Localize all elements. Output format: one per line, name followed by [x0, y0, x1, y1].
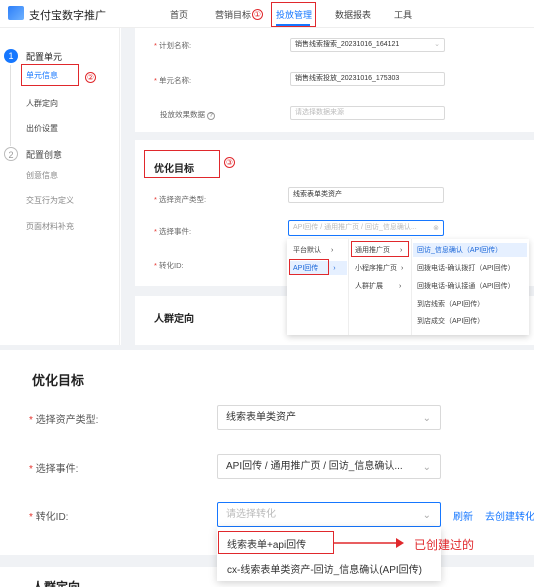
cascader-divider — [348, 239, 349, 335]
step-item-materials[interactable]: 页面材料补充 — [26, 221, 74, 232]
unit-name-label: 单元名称: — [159, 76, 192, 85]
bottom-opt-goal-title: 优化目标 — [32, 373, 85, 388]
clear-icon[interactable]: ⊗ — [433, 222, 439, 235]
bottom-event-select[interactable]: API回传 / 通用推广页 / 回访_信息确认... ⌄ — [217, 454, 441, 479]
chevron-right-icon: › — [399, 283, 402, 290]
conversion-option-cx-lead-form[interactable]: cx-线索表单类资产-回访_信息确认(API回传) — [227, 561, 422, 576]
effect-data-select[interactable]: 请选择数据来源 — [290, 106, 445, 120]
chevron-right-icon: › — [401, 265, 404, 272]
annotation-box-api — [289, 259, 329, 275]
cascader-option-callback-confirm[interactable]: 回访_信息确认（API回传） — [413, 243, 527, 257]
annotation-mark-3: ③ — [224, 157, 235, 168]
nav-marketing-goal[interactable]: 营销目标 — [215, 8, 251, 21]
step-item-crowd[interactable]: 人群定向 — [26, 98, 58, 109]
cascader-option-callback-dial[interactable]: 回拨电话-确认拨打（API回传） — [417, 263, 515, 273]
bottom-asset-label: 选择资产类型: — [35, 415, 99, 426]
nav-tools[interactable]: 工具 — [394, 8, 412, 21]
chevron-down-icon: ⌄ — [434, 41, 440, 48]
chevron-down-icon: ⌄ — [422, 462, 431, 473]
step-item-interaction[interactable]: 交互行为定义 — [26, 195, 74, 206]
step-item-creative[interactable]: 创意信息 — [26, 170, 58, 181]
annotation-box-opt-goal — [144, 150, 220, 178]
annotation-box-general-page — [351, 241, 409, 257]
step-connector — [10, 65, 11, 146]
cascader-option-crowd-expand[interactable]: 人群扩展 › — [355, 281, 401, 291]
annotation-created-note: 已创建过的 — [414, 538, 475, 552]
bottom-conv-label: 转化ID: — [35, 512, 69, 523]
top-asset-label: 选择资产类型: — [159, 195, 207, 204]
annotation-box-unit-info — [21, 64, 79, 86]
create-conversion-link[interactable]: 去创建转化 — [485, 508, 534, 523]
help-icon: ? — [207, 112, 216, 120]
nav-reports[interactable]: 数据报表 — [335, 8, 371, 21]
annotation-box-nav — [271, 2, 316, 27]
annotation-mark-1: ① — [252, 9, 263, 20]
chevron-right-icon: › — [331, 247, 334, 254]
top-event-select[interactable]: API回传 / 通用推广页 / 回访_信息确认... ⊗ — [288, 220, 444, 236]
top-screenshot: 支付宝数字推广 首页 营销目标 投放管理 数据报表 工具 ① 1 配置单元 单元… — [0, 0, 534, 345]
top-asset-select[interactable]: 线索表单类资产 — [288, 187, 444, 203]
top-navbar: 支付宝数字推广 首页 营销目标 投放管理 数据报表 工具 ① — [0, 0, 534, 28]
step-2-circle: 2 — [4, 147, 18, 161]
annotation-mark-2: ② — [85, 72, 96, 83]
left-step-nav: 1 配置单元 单元信息 ② 人群定向 出价设置 2 配置创意 创意信息 交互行为… — [0, 28, 120, 345]
top-conv-label: 转化ID: — [159, 261, 184, 270]
bottom-crowd-title: 人群定向 — [32, 580, 81, 587]
refresh-link[interactable]: 刷新 — [453, 508, 473, 523]
bottom-conv-select[interactable]: 请选择转化 ⌄ — [217, 502, 441, 527]
chevron-down-icon: ⌄ — [422, 510, 431, 521]
cascader-option-store-deal[interactable]: 到店成交（API回传） — [417, 316, 484, 326]
cascader-option-platform-default[interactable]: 平台默认 › — [293, 245, 333, 255]
chevron-down-icon: ⌄ — [422, 413, 431, 424]
chevron-right-icon: › — [333, 265, 336, 272]
top-crowd-title: 人群定向 — [154, 314, 194, 325]
nav-home[interactable]: 首页 — [170, 8, 188, 21]
cascader-divider — [411, 239, 412, 335]
step-item-bid[interactable]: 出价设置 — [26, 123, 58, 134]
plan-name-label: 计划名称: — [159, 41, 192, 50]
top-event-label: 选择事件: — [159, 227, 192, 236]
annotation-box-existing-option — [218, 531, 334, 554]
annotation-arrow-icon — [334, 538, 404, 548]
cascader-option-store-lead[interactable]: 到店线索（API回传） — [417, 299, 484, 309]
cascader-option-callback-connect[interactable]: 回拨电话-确认接通（API回传） — [417, 281, 515, 291]
step-2-title: 配置创意 — [26, 150, 63, 160]
unit-name-field[interactable]: 销售线索投放_20231016_175303 — [290, 72, 445, 86]
step-1-circle: 1 — [4, 49, 18, 63]
bottom-asset-select[interactable]: 线索表单类资产 ⌄ — [217, 405, 441, 430]
cascader-option-miniapp-page[interactable]: 小程序推广页 › — [355, 263, 403, 273]
brand-name: 支付宝数字推广 — [29, 10, 106, 22]
bottom-event-label: 选择事件: — [35, 464, 79, 475]
effect-data-label: 投放效果数据 — [160, 110, 205, 119]
alipay-logo-icon — [8, 6, 24, 20]
event-cascader-dropdown: 平台默认 › API回传 › 通用推广页 › 小程序推广页 › 人群扩展 › 回访_信息确… — [287, 239, 529, 335]
plan-name-field[interactable]: 销售线索搜索_20231016_164121 ⌄ — [290, 38, 445, 52]
step-1-title: 配置单元 — [26, 52, 63, 62]
